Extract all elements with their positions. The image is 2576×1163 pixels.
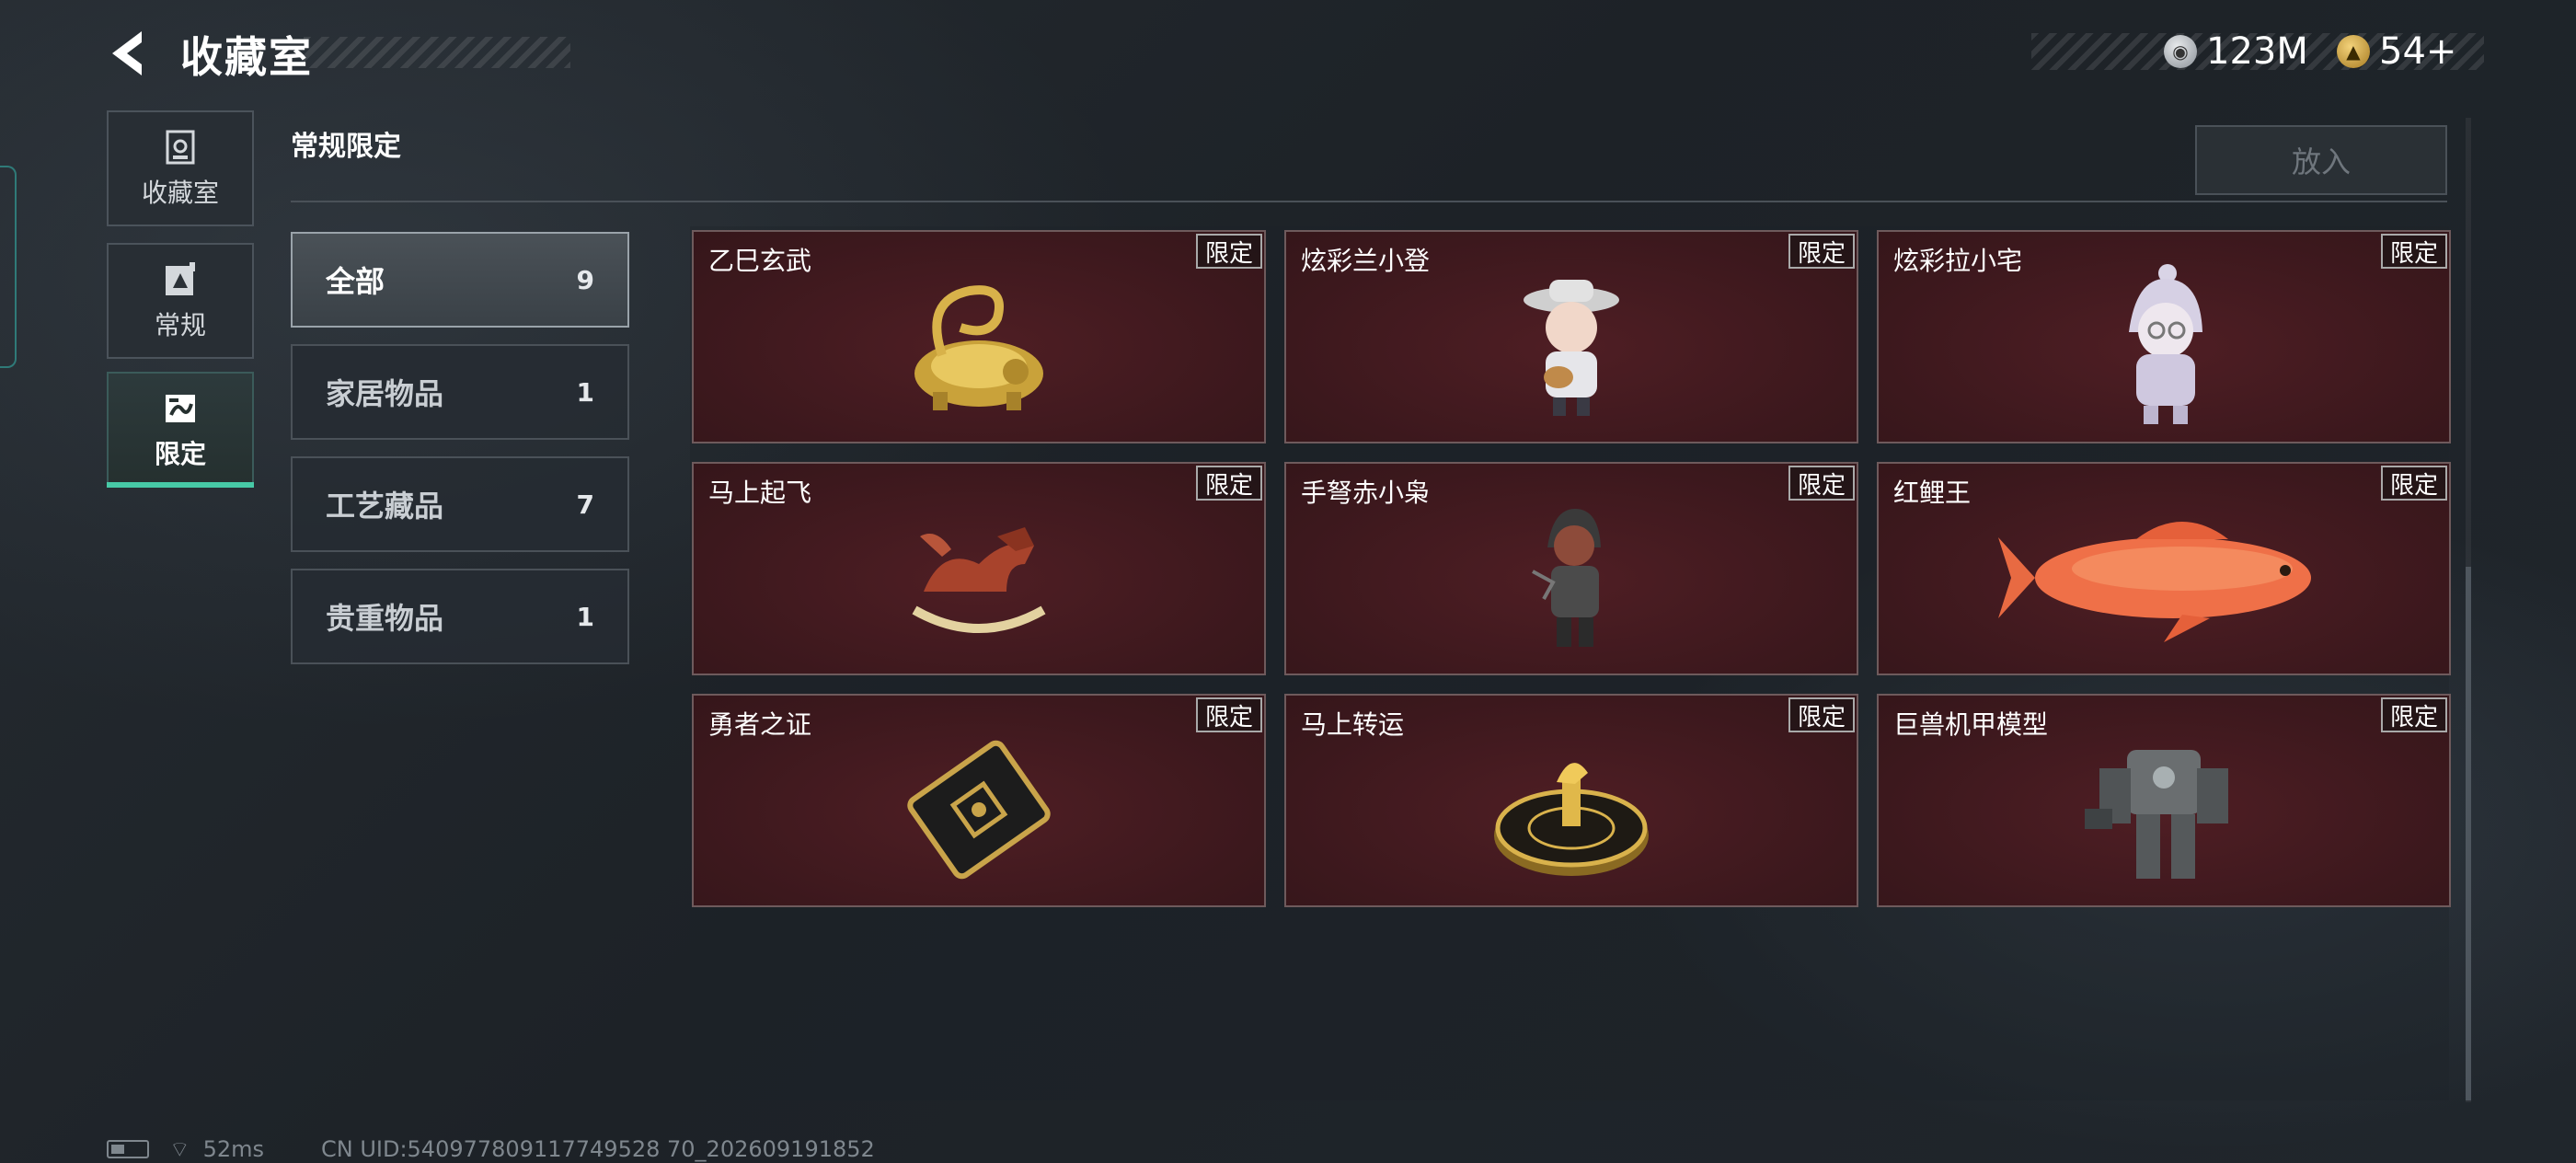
status-bar: ⌔ 52ms CN UID:540977809117749528 70_2026… <box>107 1135 875 1163</box>
filter-count: 9 <box>576 264 594 295</box>
nav-selected-indicator <box>107 482 254 488</box>
mech-model-icon <box>1879 714 2449 905</box>
back-button[interactable] <box>103 26 158 81</box>
filter-count: 7 <box>576 489 594 520</box>
limited-badge: 限定 <box>1195 234 1262 269</box>
item-name: 炫彩兰小登 <box>1301 246 1431 276</box>
item-card[interactable]: 巨兽机甲模型 限定 <box>1877 694 2451 907</box>
filter-count: 1 <box>576 376 594 408</box>
nav-collection-room[interactable]: 收藏室 <box>107 110 254 226</box>
collection-room-icon <box>162 127 199 167</box>
nav-limited[interactable]: 限定 <box>107 372 254 488</box>
currency-silver-value: 123M <box>2206 30 2308 73</box>
limited-badge: 限定 <box>2380 234 2447 269</box>
item-name: 乙巳玄武 <box>708 246 812 276</box>
item-card[interactable]: 炫彩兰小登 限定 <box>1284 230 1858 443</box>
item-card[interactable]: 红鲤王 限定 <box>1877 462 2451 675</box>
back-arrow-icon <box>112 31 142 75</box>
nav-collection-room-label: 收藏室 <box>141 178 219 208</box>
section-title: 常规限定 <box>291 131 401 163</box>
filter-label: 工艺藏品 <box>326 489 444 524</box>
item-name: 马上起飞 <box>708 478 812 508</box>
filter-household[interactable]: 家居物品 1 <box>291 344 629 440</box>
hero-card-icon <box>694 714 1264 905</box>
item-name: 马上转运 <box>1301 709 1405 740</box>
rocking-horse-icon <box>694 482 1264 674</box>
limited-badge: 限定 <box>1788 697 1855 732</box>
limited-icon <box>162 388 199 429</box>
item-name: 炫彩拉小宅 <box>1893 246 2023 276</box>
filter-label: 全部 <box>326 264 385 299</box>
limited-badge: 限定 <box>1788 234 1855 269</box>
item-card[interactable]: 炫彩拉小宅 限定 <box>1877 230 2451 443</box>
battery-icon <box>107 1140 149 1158</box>
wifi-icon: ⌔ <box>169 1136 190 1162</box>
filter-valuables[interactable]: 贵重物品 1 <box>291 569 629 664</box>
item-name: 红鲤王 <box>1893 478 1972 508</box>
filter-label: 家居物品 <box>326 376 444 411</box>
filter-label: 贵重物品 <box>326 601 444 636</box>
limited-badge: 限定 <box>1195 466 1262 501</box>
item-name: 手弩赤小枭 <box>1301 478 1431 508</box>
page-title: 收藏室 <box>180 32 313 82</box>
nav-regular-label: 常规 <box>154 310 206 340</box>
crossbow-figure-icon <box>1286 482 1857 674</box>
item-name: 勇者之证 <box>708 709 812 740</box>
red-carp-icon <box>1879 482 2449 674</box>
horse-wheel-icon <box>1286 714 1857 905</box>
ping-text: 52ms <box>202 1136 264 1162</box>
filter-crafts[interactable]: 工艺藏品 7 <box>291 456 629 552</box>
hooded-doll-icon <box>1879 250 2449 442</box>
item-card[interactable]: 乙巳玄武 限定 <box>692 230 1266 443</box>
edge-tab-handle[interactable] <box>0 166 17 368</box>
filter-count: 1 <box>576 601 594 632</box>
section-divider <box>291 201 2447 202</box>
nav-limited-label: 限定 <box>154 439 206 469</box>
put-in-button[interactable]: 放入 <box>2195 125 2447 195</box>
item-card[interactable]: 手弩赤小枭 限定 <box>1284 462 1858 675</box>
regular-icon <box>162 259 199 300</box>
item-card[interactable]: 马上转运 限定 <box>1284 694 1858 907</box>
item-card[interactable]: 勇者之证 限定 <box>692 694 1266 907</box>
limited-badge: 限定 <box>1195 697 1262 732</box>
silver-coin-icon: ◉ <box>2164 35 2197 68</box>
limited-badge: 限定 <box>2380 466 2447 501</box>
currency-gold-value: 54+ <box>2379 30 2457 73</box>
mariachi-doll-icon <box>1286 250 1857 442</box>
currency-silver: ◉ 123M <box>2164 24 2308 79</box>
nav-regular[interactable]: 常规 <box>107 243 254 359</box>
limited-badge: 限定 <box>1788 466 1855 501</box>
filter-all[interactable]: 全部 9 <box>291 232 629 328</box>
title-decoration <box>304 37 570 68</box>
limited-badge: 限定 <box>2380 697 2447 732</box>
item-name: 巨兽机甲模型 <box>1893 709 2049 740</box>
uid-text: CN UID:540977809117749528 70_20260919185… <box>320 1136 875 1162</box>
gold-dragon-turtle-icon <box>694 250 1264 442</box>
scrollbar-thumb[interactable] <box>2466 567 2471 1100</box>
gold-ticket-icon: ▲ <box>2337 35 2370 68</box>
item-card[interactable]: 马上起飞 限定 <box>692 462 1266 675</box>
currency-gold[interactable]: ▲ 54+ <box>2337 24 2456 79</box>
